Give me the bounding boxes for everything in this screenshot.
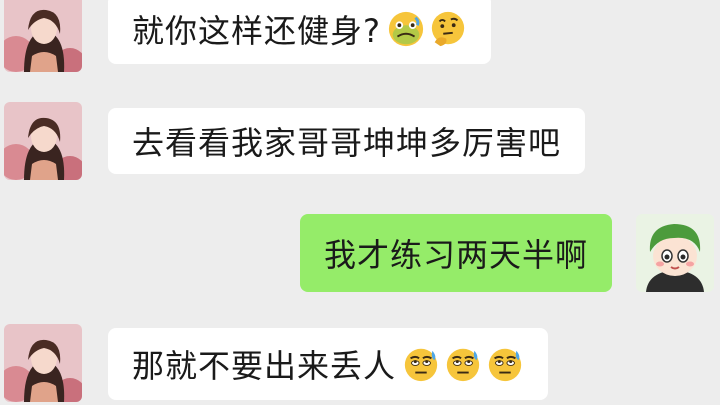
message-bubble[interactable]: 去看看我家哥哥坤坤多厉害吧	[108, 108, 586, 174]
rolling-eyes-sweat-face-icon	[486, 345, 524, 383]
rolling-eyes-sweat-face-icon	[444, 345, 482, 383]
contact-avatar[interactable]	[4, 324, 82, 402]
rolling-eyes-sweat-face-icon	[402, 345, 440, 383]
contact-avatar[interactable]	[4, 0, 82, 72]
message-text: 我才练习两天半啊	[323, 236, 588, 274]
message-bubble[interactable]: 我才练习两天半啊	[299, 214, 612, 292]
message-text: 就你这样还健身?	[132, 12, 381, 50]
chat-thread: 就你这样还健身? 去看看我家哥哥坤坤多厉害吧 我才练习两天半啊 那就不要出来丢人	[0, 0, 720, 405]
contact-avatar[interactable]	[4, 102, 82, 180]
message-text: 去看看我家哥哥坤坤多厉害吧	[132, 124, 562, 162]
message-text: 那就不要出来丢人	[132, 347, 397, 385]
message-bubble[interactable]: 那就不要出来丢人	[108, 328, 549, 400]
user-avatar[interactable]	[636, 214, 714, 292]
sick-face-icon	[387, 10, 425, 48]
message-bubble[interactable]: 就你这样还健身?	[108, 0, 491, 64]
thinking-face-icon	[429, 10, 467, 48]
